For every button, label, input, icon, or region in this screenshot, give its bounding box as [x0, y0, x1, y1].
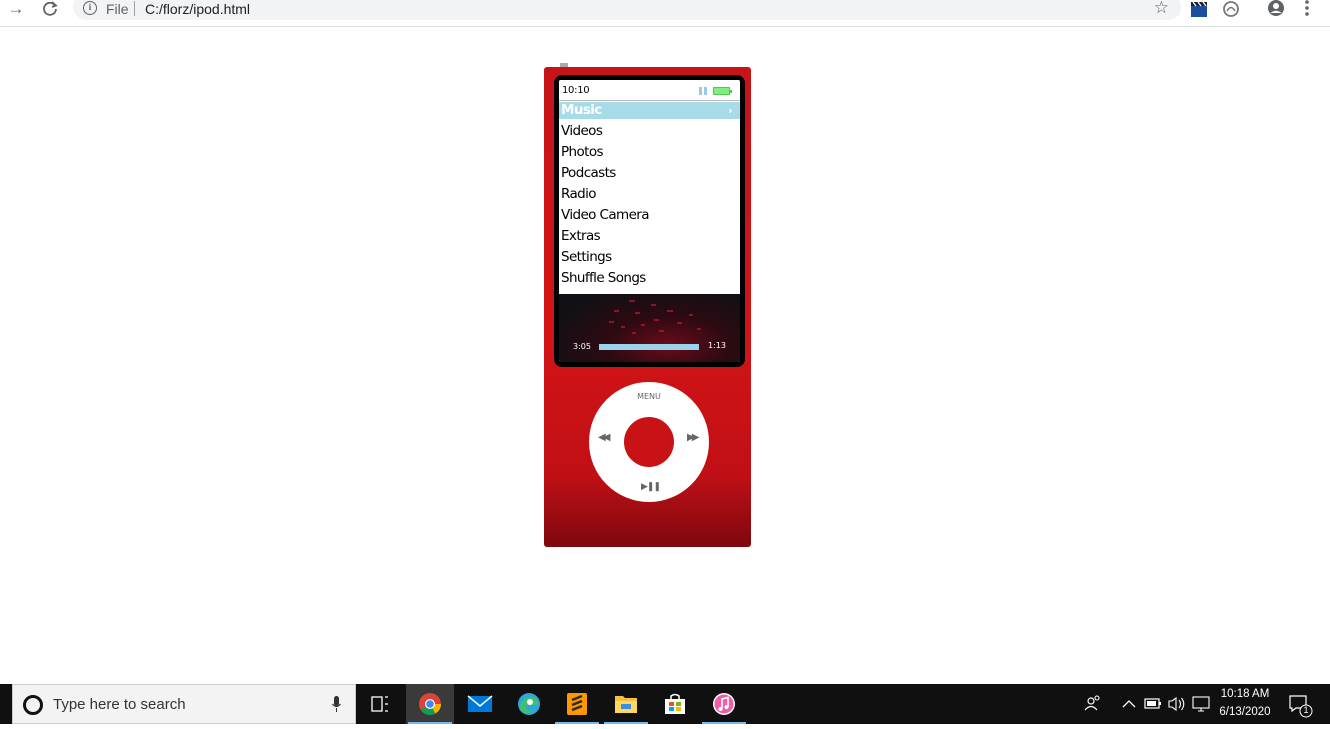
windows-taskbar: Type here to search 10:18 AM 6/13/2020 1: [0, 684, 1330, 724]
omnibox-divider: [134, 1, 135, 16]
taskbar-search-box[interactable]: Type here to search: [12, 684, 356, 724]
remaining-time: 1:13: [708, 341, 726, 350]
elapsed-time: 3:05: [573, 342, 591, 351]
menu-item-radio[interactable]: Radio: [559, 184, 740, 205]
edge-taskbar-icon[interactable]: [505, 684, 553, 724]
play-pause-icon[interactable]: ▶❚❚: [641, 481, 661, 492]
menu-item-video-camera[interactable]: Video Camera: [559, 205, 740, 226]
action-center-icon[interactable]: 1: [1284, 684, 1318, 724]
browser-toolbar: → i File C:/florz/ipod.html ☆: [0, 0, 1330, 27]
pause-status-icon: [699, 87, 708, 95]
battery-tray-icon[interactable]: [1142, 684, 1164, 724]
microphone-icon[interactable]: [332, 696, 341, 712]
clock: 10:10: [562, 85, 590, 96]
volume-icon[interactable]: [1166, 684, 1188, 724]
search-placeholder: Type here to search: [53, 696, 186, 713]
itunes-taskbar-icon[interactable]: [700, 684, 748, 724]
menu-item-music[interactable]: Music ›: [559, 102, 740, 119]
now-playing-visualizer: 3:05 1:13: [559, 294, 740, 362]
menu-item-settings[interactable]: Settings: [559, 247, 740, 268]
chevron-right-icon: ›: [728, 104, 733, 117]
reload-icon[interactable]: [38, 0, 62, 18]
file-explorer-taskbar-icon[interactable]: [602, 684, 650, 724]
menu-button[interactable]: MENU: [589, 392, 709, 401]
bookmark-star-icon[interactable]: ☆: [1154, 0, 1169, 16]
menu-item-podcasts[interactable]: Podcasts: [559, 163, 740, 184]
people-icon[interactable]: [1070, 684, 1116, 724]
screen-bezel: 10:10 Music › Videos Photos Podcasts Rad…: [554, 75, 745, 367]
forward-icon[interactable]: →: [4, 0, 28, 18]
ipod-menu: Music › Videos Photos Podcasts Radio Vid…: [559, 102, 740, 289]
next-track-icon[interactable]: ▶▶: [687, 432, 700, 443]
status-bar: 10:10: [559, 80, 740, 101]
url-text[interactable]: C:/florz/ipod.html: [145, 1, 250, 17]
menu-item-videos[interactable]: Videos: [559, 121, 740, 142]
ipod-screen: 10:10 Music › Videos Photos Podcasts Rad…: [559, 80, 740, 362]
progress-fill: [599, 344, 699, 350]
battery-icon: [713, 87, 732, 95]
menu-item-extras[interactable]: Extras: [559, 226, 740, 247]
notification-count: 1: [1303, 705, 1309, 715]
address-bar[interactable]: i File C:/florz/ipod.html ☆: [73, 0, 1181, 20]
taskbar-date[interactable]: 6/13/2020: [1213, 706, 1277, 718]
previous-track-icon[interactable]: ◀◀: [598, 432, 611, 443]
microsoft-store-taskbar-icon[interactable]: [651, 684, 699, 724]
network-icon[interactable]: [1190, 684, 1212, 724]
task-view-icon[interactable]: [356, 684, 404, 724]
site-info-icon[interactable]: i: [83, 1, 97, 15]
more-menu-icon[interactable]: [1300, 0, 1314, 18]
cortana-icon[interactable]: [23, 695, 43, 715]
scheme-label: File: [106, 1, 129, 17]
speedometer-extension-icon[interactable]: [1222, 0, 1240, 18]
mail-taskbar-icon[interactable]: [456, 684, 504, 724]
menu-item-photos[interactable]: Photos: [559, 142, 740, 163]
profile-avatar-icon[interactable]: [1266, 0, 1286, 18]
clapperboard-extension-icon[interactable]: [1190, 0, 1208, 18]
menu-item-label: Music: [561, 102, 602, 118]
menu-item-shuffle-songs[interactable]: Shuffle Songs: [559, 268, 740, 289]
click-wheel[interactable]: MENU ◀◀ ▶▶ ▶❚❚: [589, 382, 709, 502]
sublime-text-taskbar-icon[interactable]: [553, 684, 601, 724]
taskbar-time[interactable]: 10:18 AM: [1213, 688, 1277, 700]
center-select-button[interactable]: [624, 417, 674, 467]
chrome-taskbar-icon[interactable]: [406, 684, 454, 724]
progress-bar[interactable]: [599, 344, 699, 350]
chevron-up-icon[interactable]: [1118, 684, 1140, 724]
ipod-device: 10:10 Music › Videos Photos Podcasts Rad…: [544, 67, 751, 547]
